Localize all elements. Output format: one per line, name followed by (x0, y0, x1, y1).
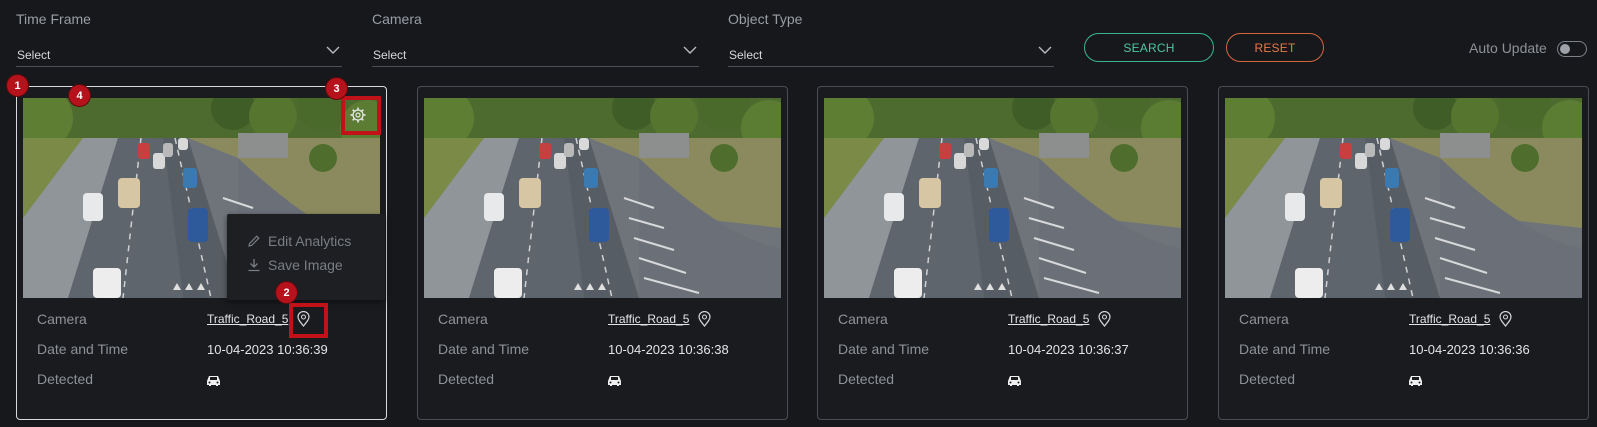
traffic-camera-image (824, 98, 1181, 298)
datetime-value: 10-04-2023 10:36:36 (1409, 342, 1530, 357)
edit-analytics-label: Edit Analytics (268, 233, 352, 249)
datetime-field-label: Date and Time (438, 341, 530, 357)
datetime-field-label: Date and Time (838, 341, 930, 357)
location-pin-icon[interactable] (1098, 311, 1111, 327)
annotation-marker-3: 3 (326, 78, 347, 99)
car-icon (207, 376, 220, 386)
edit-analytics-menu-item[interactable]: Edit Analytics (247, 233, 351, 249)
camera-filter: Camera Select (372, 11, 699, 67)
object-type-filter: Object Type Select (728, 11, 1054, 67)
datetime-field-label: Date and Time (37, 341, 129, 357)
camera-name-link[interactable]: Traffic_Road_5 (207, 312, 291, 326)
camera-field-label: Camera (438, 311, 488, 327)
time-frame-select[interactable]: Select (16, 39, 342, 67)
auto-update-toggle[interactable] (1557, 41, 1587, 57)
traffic-camera-image (424, 98, 781, 298)
auto-update-label: Auto Update (1469, 40, 1547, 56)
camera-filter-label: Camera (372, 11, 422, 27)
download-icon (248, 259, 260, 272)
event-card[interactable]: Camera Traffic_Road_5 Date and Time 10-0… (1218, 86, 1589, 420)
car-icon (608, 376, 621, 386)
event-thumbnail[interactable] (824, 98, 1181, 298)
camera-name-link[interactable]: Traffic_Road_5 (608, 312, 689, 326)
object-type-label: Object Type (728, 11, 803, 27)
highlight-location-box (289, 303, 328, 338)
event-card[interactable]: Edit Analytics Save Image Camera Traffic… (16, 86, 387, 420)
object-type-select[interactable]: Select (728, 39, 1054, 67)
event-thumbnail[interactable] (1225, 98, 1582, 298)
traffic-camera-image (1225, 98, 1582, 298)
location-pin-icon[interactable] (1499, 311, 1512, 327)
pencil-icon (248, 235, 260, 247)
datetime-value: 10-04-2023 10:36:39 (207, 342, 328, 357)
camera-field-label: Camera (1239, 311, 1289, 327)
camera-select-value: Select (373, 48, 407, 62)
datetime-value: 10-04-2023 10:36:38 (608, 342, 729, 357)
reset-button[interactable]: RESET (1226, 33, 1324, 62)
detected-field-label: Detected (438, 371, 495, 387)
camera-name-link[interactable]: Traffic_Road_5 (1008, 312, 1089, 326)
datetime-value: 10-04-2023 10:36:37 (1008, 342, 1129, 357)
chevron-down-icon (1038, 46, 1052, 54)
camera-select[interactable]: Select (372, 39, 699, 67)
time-frame-filter: Time Frame Select (16, 11, 342, 67)
chevron-down-icon (326, 46, 340, 54)
object-type-value: Select (729, 48, 763, 62)
save-image-menu-item[interactable]: Save Image (247, 257, 343, 273)
time-frame-label: Time Frame (16, 11, 91, 27)
datetime-field-label: Date and Time (1239, 341, 1331, 357)
annotation-marker-1: 1 (7, 75, 28, 96)
location-pin-icon[interactable] (698, 311, 711, 327)
annotation-marker-4: 4 (69, 85, 90, 106)
detected-field-label: Detected (838, 371, 895, 387)
car-icon (1008, 376, 1021, 386)
toggle-knob (1560, 44, 1570, 54)
camera-field-label: Camera (37, 311, 87, 327)
annotation-marker-2: 2 (276, 282, 297, 303)
save-image-label: Save Image (268, 257, 343, 273)
highlight-gear-box (341, 96, 381, 135)
chevron-down-icon (683, 46, 697, 54)
camera-field-label: Camera (838, 311, 888, 327)
detected-field-label: Detected (37, 371, 94, 387)
event-card[interactable]: Camera Traffic_Road_5 Date and Time 10-0… (417, 86, 788, 420)
search-button[interactable]: SEARCH (1084, 33, 1214, 62)
detected-field-label: Detected (1239, 371, 1296, 387)
card-context-menu: Edit Analytics Save Image (227, 214, 385, 300)
car-icon (1409, 376, 1422, 386)
event-thumbnail[interactable] (424, 98, 781, 298)
time-frame-value: Select (17, 48, 51, 62)
event-card[interactable]: Camera Traffic_Road_5 Date and Time 10-0… (817, 86, 1188, 420)
camera-name-link[interactable]: Traffic_Road_5 (1409, 312, 1490, 326)
